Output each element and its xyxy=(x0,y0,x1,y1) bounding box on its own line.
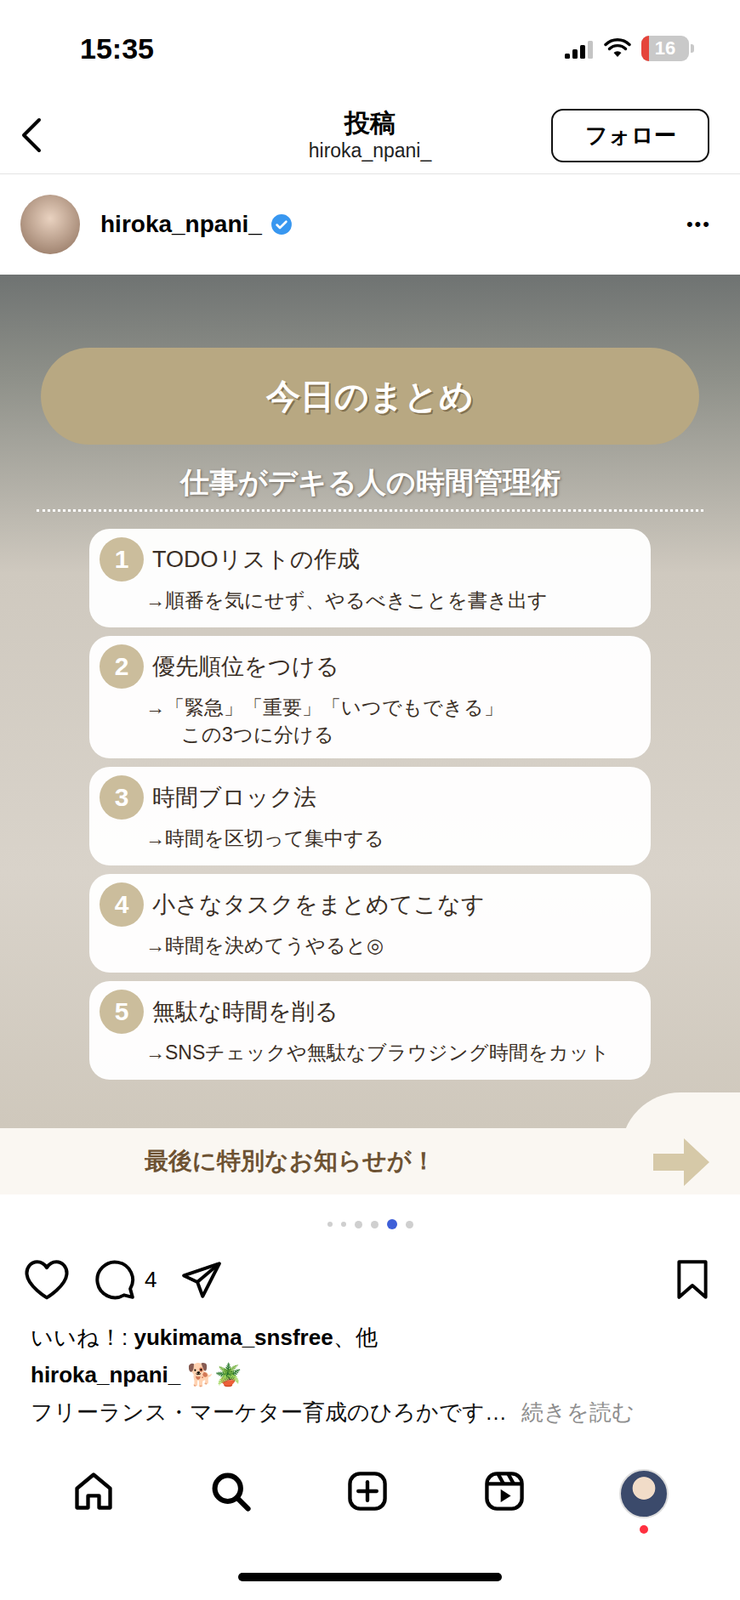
carousel-dots xyxy=(0,1195,740,1255)
tip-card: 4 小さなタスクをまとめてこなす →時間を決めてうやると◎ xyxy=(89,874,651,974)
profile-avatar xyxy=(619,1469,669,1520)
wifi-icon xyxy=(603,38,632,59)
status-time: 15:35 xyxy=(79,32,154,66)
tip-title: TODOリストの作成 xyxy=(152,544,360,575)
tip-number: 1 xyxy=(99,537,144,582)
author-row: hiroka_npani_ ••• xyxy=(0,174,740,275)
likes-line: いいね！: yukimama_snsfree、他 xyxy=(0,1319,740,1357)
battery-icon: 16 xyxy=(641,35,695,62)
slide-title: 今日のまとめ xyxy=(40,347,700,445)
tab-bar xyxy=(0,1447,740,1600)
notification-dot xyxy=(639,1525,649,1535)
home-icon[interactable] xyxy=(71,1469,116,1515)
signal-icon xyxy=(564,38,594,59)
more-options-button[interactable]: ••• xyxy=(686,213,712,236)
like-heart-icon[interactable] xyxy=(23,1258,70,1302)
tip-list: 1 TODOリストの作成 →順番を気にせず、やるべきことを書き出す2 優先順位を… xyxy=(89,529,651,1081)
slide-footer: 最後に特別なお知らせが！ xyxy=(0,1128,740,1196)
tip-title: 時間ブロック法 xyxy=(152,782,317,814)
author-username[interactable]: hiroka_npani_ xyxy=(100,210,262,239)
save-bookmark-icon[interactable] xyxy=(673,1258,712,1302)
slide-footer-text: 最後に特別なお知らせが！ xyxy=(144,1145,436,1179)
tip-card: 5 無駄な時間を削る →SNSチェックや無駄なブラウジング時間をカット xyxy=(89,981,651,1081)
action-bar: 4 xyxy=(0,1254,740,1306)
tip-title: 優先順位をつける xyxy=(152,651,340,683)
caption-text: フリーランス・マーケター育成のひろかです… 続きを読む xyxy=(0,1394,740,1432)
reels-icon[interactable] xyxy=(482,1469,527,1515)
caption-emoji: 🐕🪴 xyxy=(187,1362,242,1389)
tip-description: →時間を区切って集中する xyxy=(99,825,641,853)
share-send-icon[interactable] xyxy=(180,1258,223,1302)
home-indicator xyxy=(238,1573,502,1583)
tip-description: →SNSチェックや無駄なブラウジング時間をカット xyxy=(99,1039,641,1067)
profile-tab[interactable] xyxy=(619,1469,669,1535)
next-arrow-icon[interactable] xyxy=(649,1135,712,1190)
slide-background-photo: 今日のまとめ 仕事がデキる人の時間管理術 1 TODOリストの作成 →順番を気に… xyxy=(0,274,740,1129)
carousel-dot xyxy=(354,1221,363,1230)
tip-description: →「緊急」「重要」「いつでもできる」 xyxy=(99,694,641,722)
create-post-icon[interactable] xyxy=(345,1469,390,1515)
author-avatar[interactable] xyxy=(20,194,80,255)
tip-card: 2 優先順位をつける →「緊急」「重要」「いつでもできる」この3つに分ける xyxy=(89,636,651,759)
post-header: 投稿 hiroka_npani_ フォロー xyxy=(0,96,740,175)
caption-username[interactable]: hiroka_npani_ xyxy=(30,1362,181,1389)
search-icon[interactable] xyxy=(208,1469,253,1515)
comment-count: 4 xyxy=(144,1267,157,1294)
tip-description: →順番を気にせず、やるべきことを書き出す xyxy=(99,586,641,615)
battery-level: 16 xyxy=(641,35,689,62)
tip-title: 無駄な時間を削る xyxy=(152,996,339,1028)
carousel-dot xyxy=(387,1219,398,1230)
tip-number: 3 xyxy=(99,775,144,820)
tip-description: →時間を決めてうやると◎ xyxy=(99,932,641,960)
tip-number: 5 xyxy=(99,990,144,1035)
caption-line: hiroka_npani_ 🐕🪴 xyxy=(0,1356,740,1395)
carousel-dot xyxy=(341,1222,347,1228)
read-more-link[interactable]: 続きを読む xyxy=(521,1400,635,1426)
carousel-dot xyxy=(405,1221,414,1230)
back-arrow-icon[interactable] xyxy=(18,116,45,154)
liked-by-user[interactable]: yukimama_snsfree xyxy=(133,1325,333,1351)
carousel-dot xyxy=(370,1221,379,1230)
status-icons: 16 xyxy=(564,35,695,62)
tip-title: 小さなタスクをまとめてこなす xyxy=(152,889,485,921)
follow-button[interactable]: フォロー xyxy=(551,108,710,163)
slide-subtitle: 仕事がデキる人の時間管理術 xyxy=(36,463,704,513)
carousel-dot xyxy=(327,1222,333,1228)
tip-number: 4 xyxy=(99,882,144,928)
status-bar: 15:35 16 xyxy=(0,0,740,97)
verified-badge-icon xyxy=(270,213,293,236)
tip-card: 3 時間ブロック法 →時間を区切って集中する xyxy=(89,767,651,866)
comment-button[interactable]: 4 xyxy=(93,1258,157,1302)
post-slide[interactable]: 今日のまとめ 仕事がデキる人の時間管理術 1 TODOリストの作成 →順番を気に… xyxy=(0,274,740,1196)
tip-description: この3つに分ける xyxy=(99,721,641,749)
instagram-post-screen: 15:35 16 投稿 hiroka_npani_ フォロー hiroka_np… xyxy=(0,0,740,1600)
comment-bubble-icon xyxy=(93,1258,137,1302)
tip-card: 1 TODOリストの作成 →順番を気にせず、やるべきことを書き出す xyxy=(89,529,651,628)
tip-number: 2 xyxy=(99,644,144,689)
